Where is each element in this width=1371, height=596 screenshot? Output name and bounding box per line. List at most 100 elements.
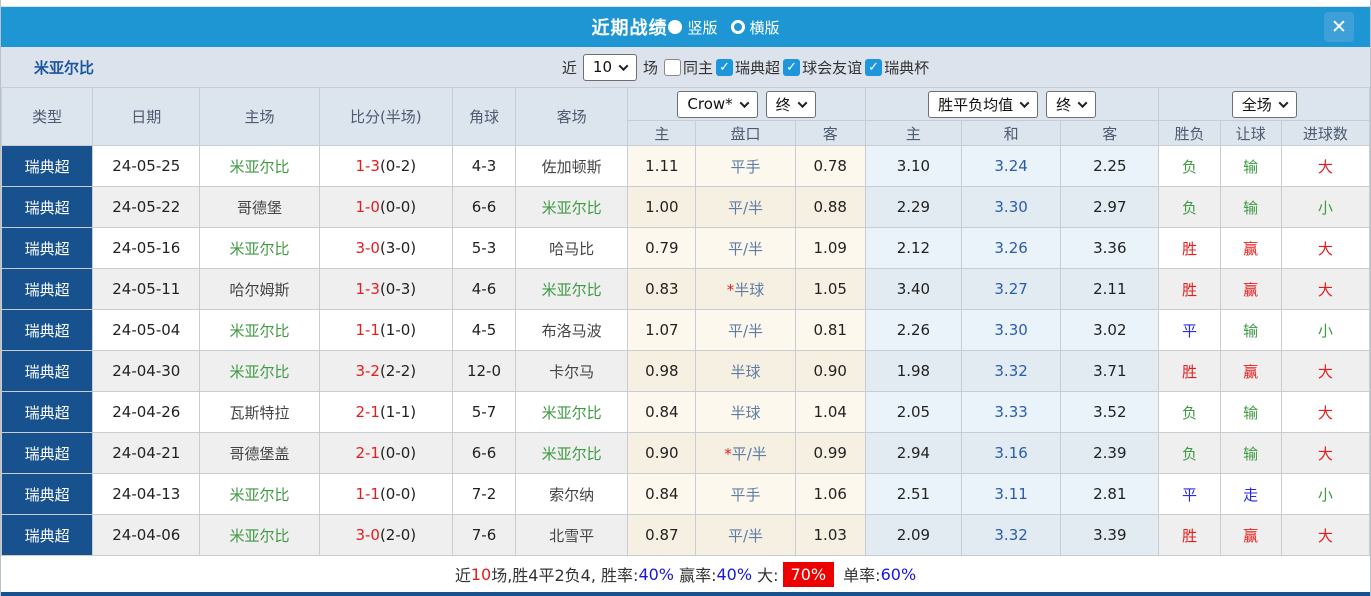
cell-date: 24-05-16 bbox=[92, 227, 201, 269]
odds-time-select[interactable]: 终 bbox=[1046, 90, 1097, 118]
cell-handicap-line: 平/半 bbox=[695, 186, 796, 228]
cell-result-goals: 大 bbox=[1280, 227, 1370, 269]
summary-segment: 单率: bbox=[838, 566, 881, 585]
cell-handicap-home-odds: 0.84 bbox=[627, 391, 697, 433]
checkbox-icon[interactable]: ✓ bbox=[865, 58, 883, 76]
cell-home-team: 瓦斯特拉 bbox=[199, 391, 320, 433]
cell-date: 24-05-11 bbox=[92, 268, 201, 310]
filter-controls: 近 10 场 同主 ✓ 瑞典超 ✓ 球会友谊 ✓ 瑞典杯 bbox=[562, 53, 929, 81]
odds-type-value: 胜平负均值 bbox=[938, 95, 1014, 114]
subcol-handicap-line: 盘口 bbox=[695, 120, 796, 146]
filter-checkbox[interactable]: ✓ 瑞典杯 bbox=[865, 57, 929, 78]
cell-corners: 4-6 bbox=[451, 268, 517, 310]
cell-score: 1-1(0-0) bbox=[318, 473, 453, 515]
cell-handicap-line: *半球 bbox=[695, 268, 796, 310]
cell-odds-draw: 3.33 bbox=[960, 391, 1062, 433]
bookmaker-select[interactable]: Crow* bbox=[677, 90, 758, 118]
subcol-handicap-away: 客 bbox=[794, 120, 866, 146]
cell-result-handicap: 赢 bbox=[1219, 268, 1282, 310]
cell-corners: 6-6 bbox=[451, 186, 517, 228]
summary-segment: 赢率: bbox=[674, 566, 717, 585]
cell-handicap-away-odds: 1.04 bbox=[794, 391, 866, 433]
cell-away-team: 北雪平 bbox=[515, 514, 629, 556]
radio-label: 横版 bbox=[749, 18, 780, 37]
handicap-group-header: Crow* 终 bbox=[627, 87, 866, 121]
cell-type: 瑞典超 bbox=[1, 391, 94, 433]
cell-odds-away: 2.25 bbox=[1060, 145, 1160, 187]
checkbox-label: 瑞典杯 bbox=[884, 58, 930, 77]
result-group-header: 全场 bbox=[1158, 87, 1370, 121]
scope-select-value: 全场 bbox=[1241, 95, 1272, 114]
cell-score: 1-3(0-2) bbox=[318, 145, 453, 187]
summary-segment: 近 bbox=[454, 566, 471, 585]
results-body: 瑞典超 24-05-25 米亚尔比 1-3(0-2) 4-3 佐加顿斯 1.11 平手 0.78… bbox=[1, 145, 1370, 556]
recent-results-panel: 近期战绩 竖版 横版 ✕ 米亚尔比 近 10 场 同主 ✓ 瑞典超 ✓ 球会友谊 ✓ 瑞典杯 bbox=[0, 0, 1371, 596]
recent-count-select[interactable]: 10 bbox=[582, 53, 638, 81]
handicap-time-select[interactable]: 终 bbox=[765, 90, 816, 118]
cell-type: 瑞典超 bbox=[1, 145, 94, 187]
cell-odds-draw: 3.27 bbox=[960, 268, 1062, 310]
cell-handicap-away-odds: 1.09 bbox=[794, 227, 866, 269]
chevron-down-icon bbox=[1077, 97, 1088, 108]
cell-odds-away: 2.97 bbox=[1060, 186, 1160, 228]
col-header-type: 类型 bbox=[1, 87, 94, 146]
cell-result-wdl: 胜 bbox=[1158, 227, 1221, 269]
cell-handicap-home-odds: 0.79 bbox=[627, 227, 697, 269]
cell-handicap-home-odds: 1.11 bbox=[627, 145, 697, 187]
cell-home-team: 米亚尔比 bbox=[199, 309, 320, 351]
cell-away-team: 卡尔马 bbox=[515, 350, 629, 392]
subcol-odds-home: 主 bbox=[864, 120, 963, 146]
layout-radio-group: 竖版 横版 bbox=[668, 17, 780, 38]
chevron-down-icon bbox=[797, 97, 808, 108]
summary-segment: 60% bbox=[880, 564, 917, 584]
cell-handicap-line: 半球 bbox=[695, 391, 796, 433]
cell-result-handicap: 输 bbox=[1219, 391, 1282, 433]
cell-handicap-line: 平/半 bbox=[695, 309, 796, 351]
odds-type-select[interactable]: 胜平负均值 bbox=[928, 90, 1039, 118]
cell-result-goals: 小 bbox=[1280, 186, 1370, 228]
filter-checkbox[interactable]: ✓ 球会友谊 bbox=[783, 57, 862, 78]
close-button[interactable]: ✕ bbox=[1324, 12, 1354, 42]
cell-home-team: 哥德堡 bbox=[199, 186, 320, 228]
cell-home-team: 米亚尔比 bbox=[199, 514, 320, 556]
cell-corners: 6-6 bbox=[451, 432, 517, 474]
layout-radio-vertical[interactable]: 竖版 bbox=[668, 17, 718, 38]
subcol-odds-away: 客 bbox=[1060, 120, 1160, 146]
bookmaker-select-value: Crow* bbox=[687, 95, 733, 113]
cell-corners: 4-3 bbox=[451, 145, 517, 187]
result-row: 瑞典超 24-05-22 哥德堡 1-0(0-0) 6-6 米亚尔比 1.00 平/半 0.88… bbox=[1, 186, 1370, 228]
cell-score: 3-0(2-0) bbox=[318, 514, 453, 556]
cell-score: 1-1(1-0) bbox=[318, 309, 453, 351]
checkbox-icon[interactable]: ✓ bbox=[716, 58, 734, 76]
cell-home-team: 米亚尔比 bbox=[199, 350, 320, 392]
filter-checkbox[interactable]: ✓ 瑞典超 bbox=[716, 57, 780, 78]
cell-date: 24-05-22 bbox=[92, 186, 201, 228]
cell-result-goals: 小 bbox=[1280, 309, 1370, 351]
cell-away-team: 米亚尔比 bbox=[515, 268, 629, 310]
cell-handicap-line: 平手 bbox=[695, 145, 796, 187]
cell-handicap-away-odds: 1.06 bbox=[794, 473, 866, 515]
cell-corners: 5-3 bbox=[451, 227, 517, 269]
cell-home-team: 米亚尔比 bbox=[199, 145, 320, 187]
cell-odds-draw: 3.32 bbox=[960, 350, 1062, 392]
cell-odds-home: 2.26 bbox=[864, 309, 963, 351]
chevron-down-icon bbox=[739, 97, 750, 108]
cell-odds-away: 3.02 bbox=[1060, 309, 1160, 351]
checkbox-icon[interactable] bbox=[664, 58, 682, 76]
result-row: 瑞典超 24-05-25 米亚尔比 1-3(0-2) 4-3 佐加顿斯 1.11 平手 0.78… bbox=[1, 145, 1370, 187]
cell-away-team: 哈马比 bbox=[515, 227, 629, 269]
checkbox-icon[interactable]: ✓ bbox=[783, 58, 801, 76]
cell-date: 24-04-06 bbox=[92, 514, 201, 556]
col-header-score: 比分(半场) bbox=[318, 87, 453, 146]
checkbox-label: 瑞典超 bbox=[735, 58, 781, 77]
radio-icon[interactable] bbox=[730, 20, 745, 34]
cell-handicap-away-odds: 0.88 bbox=[794, 186, 866, 228]
cell-type: 瑞典超 bbox=[1, 186, 94, 228]
scope-select[interactable]: 全场 bbox=[1231, 90, 1297, 118]
cell-score: 3-0(3-0) bbox=[318, 227, 453, 269]
cell-type: 瑞典超 bbox=[1, 268, 94, 310]
filter-checkbox[interactable]: 同主 bbox=[664, 57, 713, 78]
col-header-away: 客场 bbox=[515, 87, 629, 146]
radio-icon[interactable] bbox=[668, 20, 683, 34]
layout-radio-horizontal[interactable]: 横版 bbox=[730, 17, 780, 38]
